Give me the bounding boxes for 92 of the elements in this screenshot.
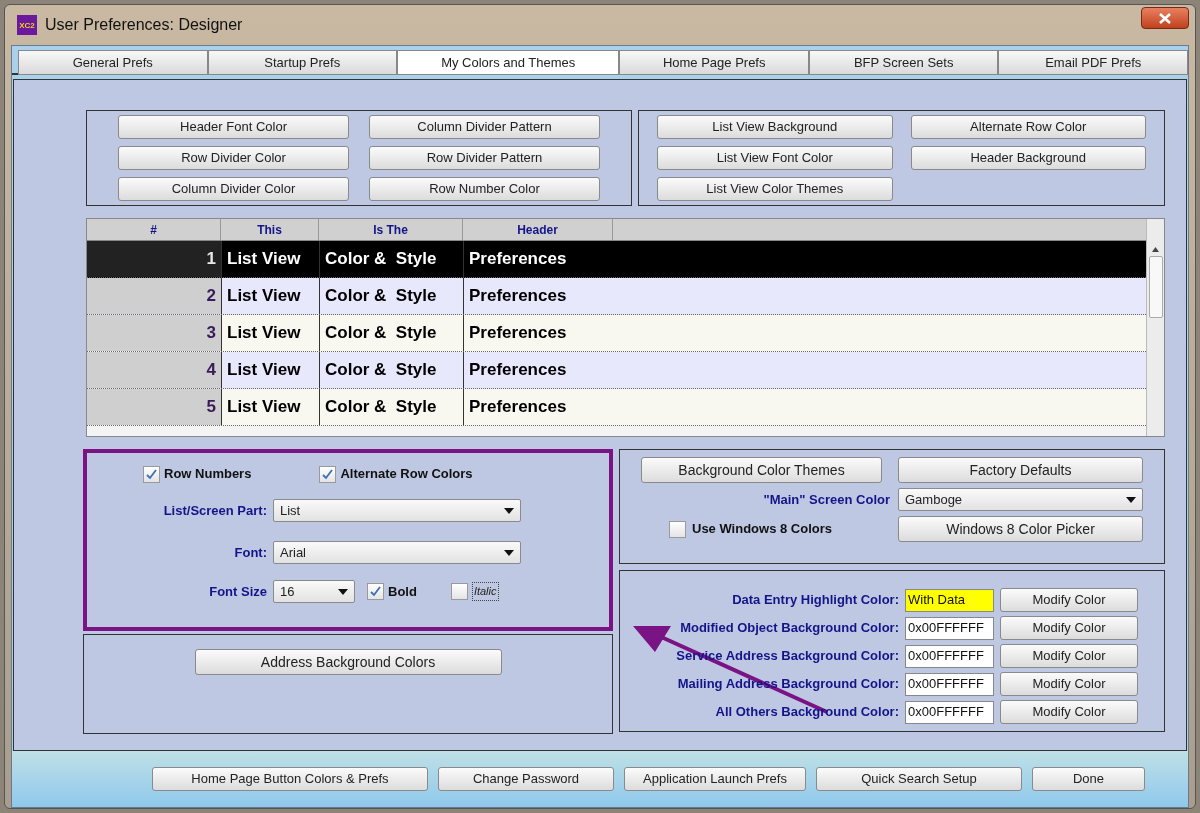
table-cell: List View bbox=[221, 241, 319, 277]
address-colors-button[interactable]: Address Background Colors bbox=[194, 649, 502, 675]
list-row[interactable]: 1 List View Color & Style Preferences bbox=[87, 241, 1146, 278]
color-picker-button[interactable]: Windows 8 Color Picker bbox=[898, 516, 1143, 542]
color-option-button[interactable]: Column Divider Pattern bbox=[369, 115, 600, 139]
column-header[interactable]: Header bbox=[463, 219, 613, 240]
field-label: "Main" Screen Color bbox=[763, 490, 890, 509]
column-header[interactable]: Is The bbox=[319, 219, 463, 240]
tab[interactable]: Startup Prefs bbox=[207, 50, 398, 75]
row-number: 4 bbox=[87, 352, 221, 388]
tab[interactable]: General Prefs bbox=[18, 50, 208, 75]
footer-button[interactable]: Quick Search Setup bbox=[816, 767, 1022, 791]
color-option-button[interactable]: Row Divider Pattern bbox=[369, 146, 600, 170]
field-label: Modified Object Background Color: bbox=[680, 619, 899, 638]
row-number: 3 bbox=[87, 315, 221, 351]
tab[interactable]: Email PDF Prefs bbox=[998, 50, 1188, 75]
color-value-field[interactable]: 0x00FFFFFF bbox=[905, 616, 994, 640]
modify-color-button[interactable]: Modify Color bbox=[1000, 700, 1138, 724]
scroll-bar[interactable] bbox=[1146, 219, 1164, 436]
color-value-field[interactable]: 0x00FFFFFF bbox=[905, 700, 994, 724]
dropdown[interactable]: 16 bbox=[273, 580, 355, 603]
table-cell: Color & Style bbox=[319, 278, 463, 314]
field-label: Font: bbox=[233, 543, 268, 562]
color-value-field[interactable]: With Data bbox=[905, 588, 994, 612]
close-button[interactable] bbox=[1141, 7, 1189, 29]
modify-color-button[interactable]: Modify Color bbox=[1000, 672, 1138, 696]
tab[interactable]: Home Page Prefs bbox=[619, 50, 809, 75]
checkbox-label: Italic bbox=[471, 582, 499, 601]
color-option-button[interactable]: Header Background bbox=[910, 146, 1146, 170]
checkbox-label: Bold bbox=[388, 582, 417, 601]
modify-color-button[interactable]: Modify Color bbox=[1000, 616, 1138, 640]
checkbox[interactable] bbox=[319, 465, 337, 483]
field-label: All Others Background Color: bbox=[715, 703, 899, 722]
list-row[interactable]: 3 List View Color & Style Preferences bbox=[87, 315, 1146, 352]
tab[interactable]: BFP Screen Sets bbox=[808, 50, 999, 75]
table-cell: List View bbox=[221, 352, 319, 388]
field-label: Data Entry Highlight Color: bbox=[732, 591, 899, 610]
close-icon bbox=[1159, 12, 1171, 24]
table-cell: List View bbox=[221, 389, 319, 425]
tab[interactable]: My Colors and Themes bbox=[397, 50, 620, 75]
list-row[interactable]: 4 List View Color & Style Preferences bbox=[87, 352, 1146, 389]
field-label: List/Screen Part: bbox=[162, 501, 268, 520]
field-label: Font Size bbox=[208, 582, 268, 601]
table-cell: Color & Style bbox=[319, 315, 463, 351]
modify-color-button[interactable]: Modify Color bbox=[1000, 588, 1138, 612]
color-value-field[interactable]: 0x00FFFFFF bbox=[905, 672, 994, 696]
row-number: 5 bbox=[87, 389, 221, 425]
dropdown[interactable]: Gamboge bbox=[898, 488, 1143, 511]
factory-defaults-button[interactable]: Factory Defaults bbox=[898, 457, 1143, 483]
checkbox-label: Use Windows 8 Colors bbox=[692, 520, 833, 539]
dropdown[interactable]: List bbox=[273, 499, 521, 522]
caret-icon bbox=[504, 507, 514, 514]
color-option-button[interactable]: Row Divider Color bbox=[118, 146, 349, 170]
app-logo: XC2 bbox=[17, 15, 37, 35]
checkbox-label: Row Numbers bbox=[164, 465, 252, 484]
column-header[interactable]: # bbox=[87, 219, 221, 240]
color-option-button[interactable]: Row Number Color bbox=[369, 177, 600, 201]
color-value-field[interactable]: 0x00FFFFFF bbox=[905, 644, 994, 668]
row-number: 1 bbox=[87, 241, 221, 277]
table-cell: Color & Style bbox=[319, 352, 463, 388]
color-option-button[interactable]: List View Font Color bbox=[657, 146, 893, 170]
row-number: 2 bbox=[87, 278, 221, 314]
column-header[interactable]: This bbox=[221, 219, 319, 240]
dropdown[interactable]: Arial bbox=[273, 541, 521, 564]
scroll-thumb[interactable] bbox=[1148, 256, 1163, 318]
table-cell: List View bbox=[221, 278, 319, 314]
color-option-button[interactable]: Alternate Row Color bbox=[910, 115, 1146, 139]
table-cell: List View bbox=[221, 315, 319, 351]
caret-icon bbox=[1126, 496, 1136, 503]
list-row[interactable]: 2 List View Color & Style Preferences bbox=[87, 278, 1146, 315]
footer-button[interactable]: Done bbox=[1032, 767, 1145, 791]
modify-color-button[interactable]: Modify Color bbox=[1000, 644, 1138, 668]
scroll-up-icon[interactable] bbox=[1152, 247, 1159, 252]
caret-icon bbox=[504, 549, 514, 556]
footer-button[interactable]: Home Page Button Colors & Prefs bbox=[152, 767, 428, 791]
table-cell: Color & Style bbox=[319, 241, 463, 277]
color-option-button[interactable]: List View Color Themes bbox=[657, 177, 893, 201]
list-row[interactable]: 5 List View Color & Style Preferences bbox=[87, 389, 1146, 426]
checkbox-label: Alternate Row Colors bbox=[340, 465, 473, 484]
checkbox[interactable] bbox=[367, 583, 384, 600]
footer-button[interactable]: Change Password bbox=[438, 767, 614, 791]
themes-button[interactable]: Background Color Themes bbox=[641, 457, 882, 483]
checkbox[interactable] bbox=[450, 583, 468, 600]
table-cell: Color & Style bbox=[319, 389, 463, 425]
checkbox[interactable] bbox=[669, 520, 686, 538]
color-option-button[interactable]: Column Divider Color bbox=[118, 177, 349, 201]
color-option-button[interactable]: Header Font Color bbox=[118, 115, 349, 139]
checkbox[interactable] bbox=[143, 465, 160, 483]
footer-button[interactable]: Application Launch Prefs bbox=[624, 767, 806, 791]
window-title: User Preferences: Designer bbox=[45, 15, 243, 35]
color-option-button[interactable]: List View Background bbox=[657, 115, 893, 139]
caret-icon bbox=[338, 588, 348, 595]
